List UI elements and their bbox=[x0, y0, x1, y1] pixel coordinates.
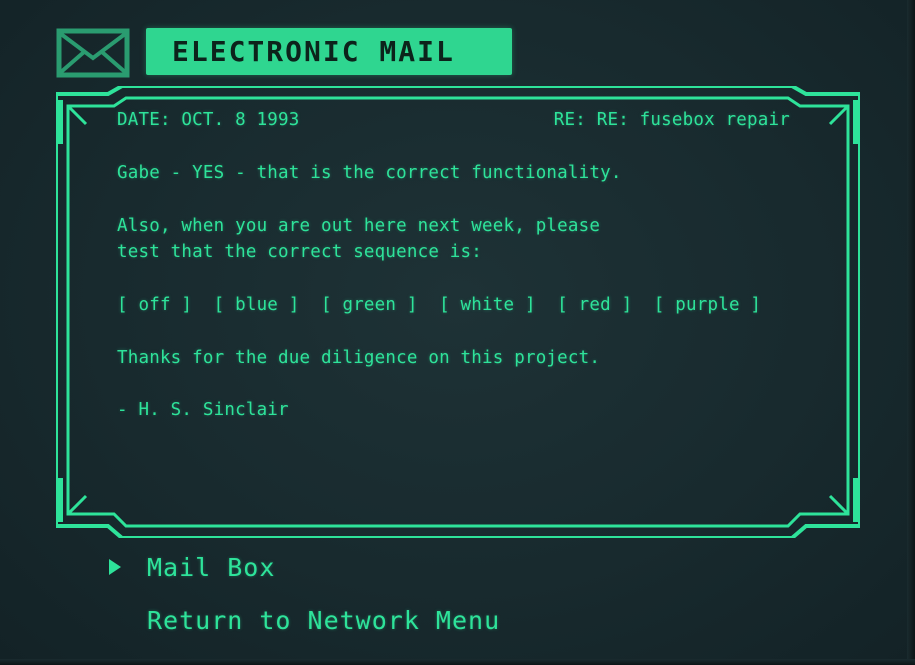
page-title: ELECTRONIC MAIL bbox=[172, 35, 455, 68]
title-banner: ELECTRONIC MAIL bbox=[146, 28, 512, 75]
envelope-icon bbox=[56, 28, 130, 78]
menu-item-mail-box[interactable]: Mail Box bbox=[147, 553, 275, 582]
header: ELECTRONIC MAIL bbox=[56, 26, 516, 80]
email-body-line: Gabe - YES - that is the correct functio… bbox=[117, 163, 622, 183]
email-body-line: Also, when you are out here next week, p… bbox=[117, 216, 601, 236]
email-body-line: test that the correct sequence is: bbox=[117, 242, 483, 262]
email-signature: - H. S. Sinclair bbox=[117, 400, 289, 420]
screen-edge-bottom bbox=[0, 659, 915, 665]
screen-edge-right bbox=[907, 0, 915, 665]
triangle-right-icon bbox=[109, 559, 121, 575]
email-body-line: Thanks for the due diligence on this pro… bbox=[117, 348, 601, 368]
menu-item-return-to-network-menu[interactable]: Return to Network Menu bbox=[147, 606, 500, 635]
email-date: DATE: OCT. 8 1993 bbox=[117, 110, 300, 130]
email-sequence: [ off ] [ blue ] [ green ] [ white ] [ r… bbox=[117, 295, 762, 315]
email-subject: RE: RE: fusebox repair bbox=[553, 110, 790, 130]
